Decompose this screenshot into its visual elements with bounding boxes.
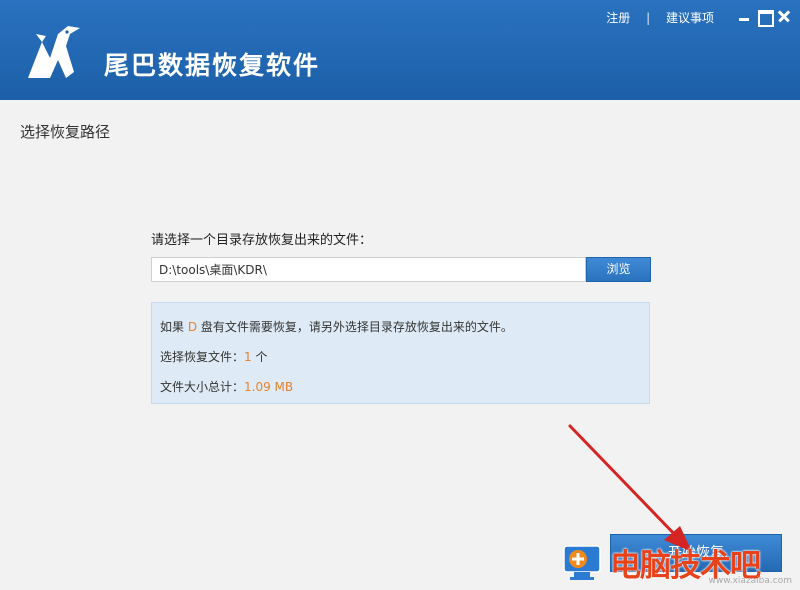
link-separator: | [646,10,651,25]
window-controls [736,8,792,27]
app-logo-icon [28,26,80,78]
browse-button[interactable]: 浏览 [586,257,651,282]
drive-letter: D [187,320,198,334]
file-count-line: 选择恢复文件：1 个 [160,348,267,365]
maximize-icon[interactable] [756,8,774,27]
close-icon[interactable] [776,8,792,24]
computer-watermark-icon [563,545,601,580]
info-warning-line: 如果 D 盘有文件需要恢复，请另外选择目录存放恢复出来的文件。 [160,318,513,335]
info-box: 如果 D 盘有文件需要恢复，请另外选择目录存放恢复出来的文件。 选择恢复文件：1… [151,302,650,404]
directory-prompt: 请选择一个目录存放恢复出来的文件： [151,233,373,248]
file-count-value: 1 [244,350,252,364]
recovery-path-input[interactable] [151,257,586,282]
register-link[interactable]: 注册 [606,9,630,26]
watermark: 电脑技术吧 www.xiazaiba.com [552,538,800,588]
total-size-label: 文件大小总计： [160,380,245,394]
title-bar: 尾巴数据恢复软件 注册 | 建议事项 [0,0,800,100]
total-size-value: 1.09 MB [244,380,294,394]
info-warning-suffix: 盘有文件需要恢复，请另外选择目录存放恢复出来的文件。 [197,320,513,334]
file-count-unit: 个 [251,350,268,364]
watermark-url: www.xiazaiba.com [708,576,792,586]
file-count-label: 选择恢复文件： [160,350,245,364]
top-links: 注册 | 建议事项 [606,9,714,26]
minimize-icon[interactable] [736,8,752,24]
app-title: 尾巴数据恢复软件 [104,51,321,80]
total-size-line: 文件大小总计：1.09 MB [160,378,293,395]
info-warning-prefix: 如果 [160,320,188,334]
section-title: 选择恢复路径 [20,123,111,141]
suggestion-link[interactable]: 建议事项 [666,9,714,26]
